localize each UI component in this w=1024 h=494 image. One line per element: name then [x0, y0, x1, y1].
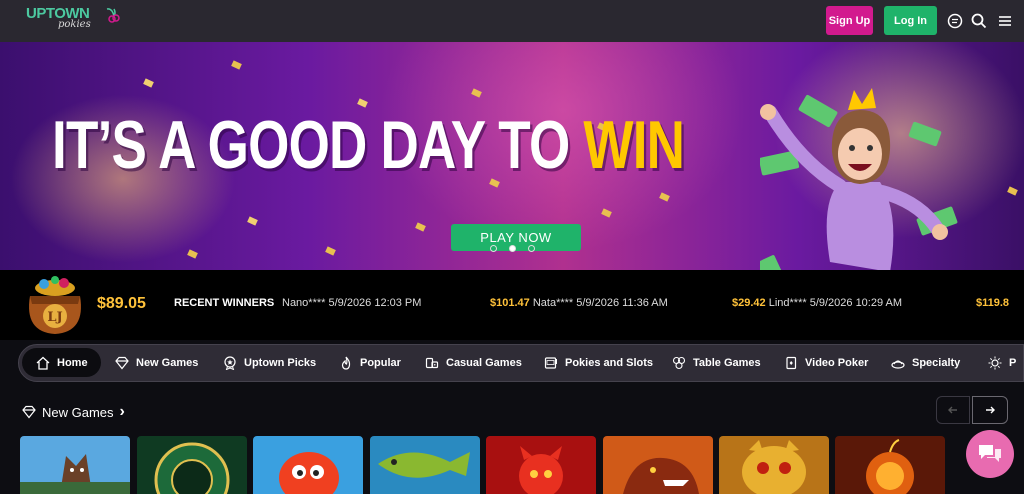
- diamond-icon: [22, 405, 36, 419]
- winner-entry: $119.8: [976, 297, 1010, 309]
- winner-entry: $101.47 Nata**** 5/9/2026 11:36 AM: [490, 297, 668, 309]
- uptown-pokies-logo[interactable]: UPTOWN pokies: [26, 5, 120, 37]
- chevron-right-icon: ›: [119, 403, 125, 420]
- slot-machine-icon: [544, 357, 557, 369]
- game-tile-big-bass[interactable]: [370, 436, 480, 494]
- section-new-games-header[interactable]: New Games ›: [22, 403, 125, 421]
- confetti: [143, 78, 154, 88]
- arrow-left-icon: [948, 406, 957, 414]
- game-tile-fire-blob[interactable]: [253, 436, 363, 494]
- dragon-fire-game-thumbnail: [603, 436, 713, 494]
- category-casual-games[interactable]: Casual Games: [425, 353, 522, 373]
- category-label: Uptown Picks: [244, 357, 317, 369]
- chat-icon: [979, 445, 1001, 462]
- game-tile-fire-bomb[interactable]: [835, 436, 945, 494]
- chat-bubble-icon[interactable]: [947, 13, 963, 29]
- confetti: [601, 208, 612, 218]
- category-table-games[interactable]: Table Games: [672, 353, 761, 373]
- sun-icon: [988, 356, 1002, 370]
- game-tile-dragon-fire[interactable]: [603, 436, 713, 494]
- fire-bomb-game-thumbnail: [835, 436, 945, 494]
- confetti: [1007, 186, 1018, 196]
- golden-dragon-game-thumbnail: [719, 436, 829, 494]
- diamond-icon: [115, 356, 129, 370]
- hero-headline-highlight: WIN: [583, 107, 685, 183]
- home-icon: [36, 356, 50, 370]
- category-label: P: [1009, 357, 1017, 369]
- fire-devil-game-thumbnail: [486, 436, 596, 494]
- poker-card-icon: [786, 356, 797, 370]
- log-in-button[interactable]: Log In: [884, 6, 937, 35]
- carousel-dot[interactable]: [490, 245, 497, 252]
- game-tile-golden-dragon[interactable]: [719, 436, 829, 494]
- category-label: Home: [57, 357, 88, 369]
- carousel-dots: [490, 245, 535, 252]
- section-title: New Games: [42, 404, 114, 420]
- chips-icon: [672, 356, 686, 370]
- category-video-poker[interactable]: Video Poker: [784, 353, 868, 373]
- carousel-dot-active[interactable]: [509, 245, 516, 252]
- fire-icon: [341, 356, 351, 370]
- confetti: [325, 246, 336, 256]
- category-label: Pokies and Slots: [565, 357, 654, 369]
- carousel-next-button[interactable]: [972, 396, 1008, 424]
- cards-dice-icon: [425, 357, 439, 369]
- jackpot-pot-icon: LJ: [29, 276, 81, 334]
- confetti: [231, 60, 242, 70]
- winner-entry: $29.42 Lind**** 5/9/2026 10:29 AM: [732, 297, 903, 309]
- confetti: [415, 222, 426, 232]
- game-tile-roulette[interactable]: [137, 436, 247, 494]
- category-label: Video Poker: [805, 357, 869, 369]
- carousel-dot[interactable]: [528, 245, 535, 252]
- sign-up-button[interactable]: Sign Up: [826, 6, 873, 35]
- celebrating-girl-illustration: [760, 88, 958, 270]
- specialty-icon: [891, 360, 905, 369]
- hero-banner[interactable]: IT’S A GOOD DAY TO WIN PLAY NOW: [0, 42, 1024, 270]
- confetti: [659, 192, 670, 202]
- hero-headline: IT’S A GOOD DAY TO WIN: [52, 106, 685, 184]
- search-icon[interactable]: [971, 13, 987, 29]
- live-chat-button[interactable]: [966, 430, 1014, 478]
- winner-entry: Nano**** 5/9/2026 12:03 PM: [282, 297, 422, 309]
- category-label: Casual Games: [446, 357, 522, 369]
- category-label: New Games: [136, 357, 199, 369]
- roulette-game-thumbnail: [137, 436, 247, 494]
- confetti: [247, 216, 258, 226]
- jackpot-amount: $89.05: [97, 295, 146, 312]
- category-specialty[interactable]: Specialty: [891, 353, 960, 373]
- category-label: Table Games: [693, 357, 761, 369]
- cherry-icon: [106, 8, 120, 23]
- category-label: Specialty: [912, 357, 961, 369]
- category-new-games[interactable]: New Games: [115, 353, 198, 373]
- big-bass-game-thumbnail: [370, 436, 480, 494]
- game-tile-wolf[interactable]: [20, 436, 130, 494]
- category-popular[interactable]: Popular: [339, 353, 401, 373]
- category-uptown-picks[interactable]: Uptown Picks: [223, 353, 316, 373]
- fire-blob-game-thumbnail: [253, 436, 363, 494]
- arrow-right-icon: [986, 406, 995, 414]
- category-label: Popular: [360, 357, 401, 369]
- recent-winners-label: RECENT WINNERS: [174, 297, 275, 309]
- category-more[interactable]: P: [988, 353, 1016, 373]
- hero-headline-prefix: IT’S A GOOD DAY TO: [52, 107, 570, 183]
- category-home[interactable]: Home: [36, 353, 88, 373]
- game-tile-fire-devil[interactable]: [486, 436, 596, 494]
- carousel-prev-button[interactable]: [936, 396, 970, 424]
- confetti: [471, 88, 482, 98]
- category-pokies-and-slots[interactable]: Pokies and Slots: [544, 353, 653, 373]
- confetti: [187, 249, 198, 259]
- wolf-game-thumbnail: [20, 436, 130, 494]
- menu-icon[interactable]: [997, 13, 1013, 29]
- badge-star-icon: [224, 356, 236, 370]
- svg-text:LJ: LJ: [47, 310, 62, 325]
